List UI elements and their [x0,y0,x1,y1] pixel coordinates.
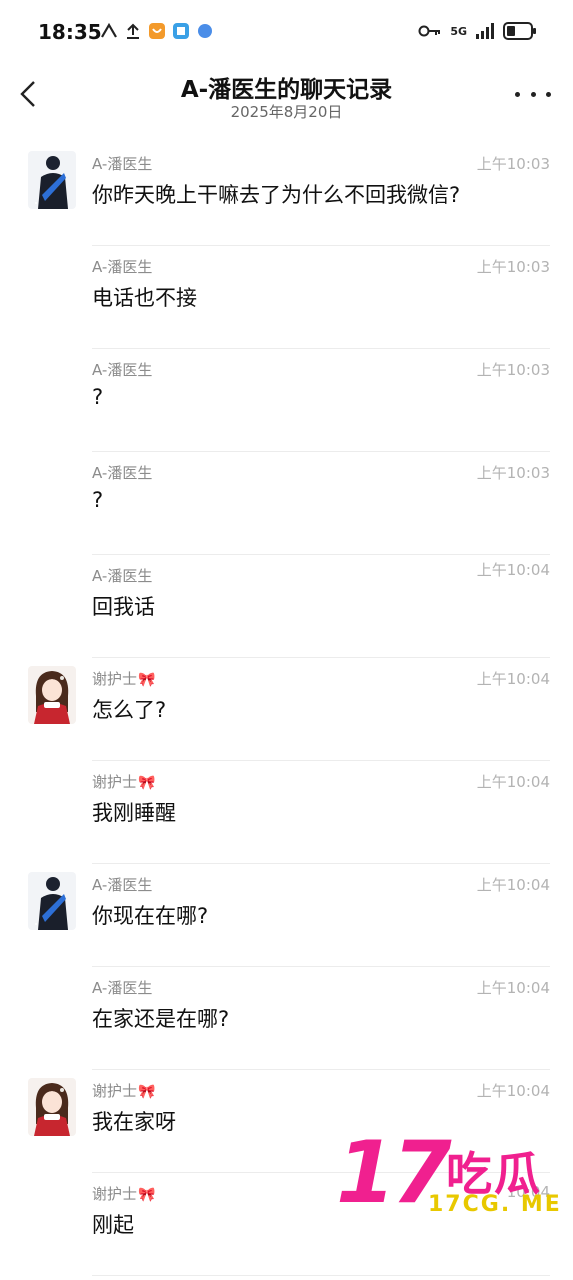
sender-name: A-潘医生 [92,567,153,585]
bow-emoji-icon: 🎀 [138,775,156,791]
sender-name: A-潘医生 [92,361,153,379]
message-text: 怎么了? [92,698,167,722]
message-time: 上午10:04 [476,979,550,997]
signal-icon [476,23,494,39]
message-text: 在家还是在哪? [92,1007,230,1031]
status-bar: 18:35 5G [0,0,573,66]
message-time: 上午10:04 [476,670,550,688]
network-type: 5G [450,24,467,38]
message-text: 刚起 [92,1213,134,1237]
sender-name: A-潘医生 [92,464,153,482]
sender-name: A-潘医生 [92,876,153,894]
site-watermark: 17 吃瓜 17CG. ME [336,1128,566,1238]
watermark-url: 17CG. ME [428,1192,562,1217]
message-text: ? [92,385,104,409]
message-text: 我刚睡醒 [92,801,176,825]
message-time: 上午10:04 [476,561,550,579]
chat-record-header: A-潘医生的聊天记录 2025年8月20日 [0,66,573,130]
message-time: 上午10:04 [476,773,550,791]
sender-name: 谢护士🎀 [92,1185,156,1203]
bow-emoji-icon: 🎀 [138,672,156,688]
doctor-avatar[interactable] [28,151,76,209]
sender-name: A-潘医生 [92,258,153,276]
sender-name: 谢护士🎀 [92,1082,156,1100]
message-time: 上午10:04 [476,1082,550,1100]
message-text: 你现在在哪? [92,904,209,928]
list-item[interactable]: 谢护士🎀 上午10:04 怎么了? [0,658,573,761]
list-item[interactable]: A-潘医生 上午10:04 在家还是在哪? [0,967,573,1070]
key-icon [418,25,441,37]
message-text: 我在家呀 [92,1110,176,1134]
message-text: ? [92,488,104,512]
system-icons: 5G [418,22,537,40]
sender-name: A-潘医生 [92,155,153,173]
nurse-avatar[interactable] [28,1078,76,1136]
list-item[interactable]: A-潘医生 上午10:04 你现在在哪? [0,864,573,967]
message-text: 回我话 [92,595,155,619]
nurse-avatar[interactable] [28,666,76,724]
message-time: 上午10:04 [476,876,550,894]
sender-name: 谢护士🎀 [92,670,156,688]
book-app-icon [173,23,189,39]
notification-icons [100,22,214,40]
list-item[interactable]: A-潘医生 上午10:03 ? [0,349,573,452]
message-text: 你昨天晚上干嘛去了为什么不回我微信? [92,183,461,207]
message-text: 电话也不接 [92,286,197,310]
message-time: 上午10:03 [476,258,550,276]
bow-emoji-icon: 🎀 [138,1187,156,1203]
battery-icon [503,22,536,40]
message-time: 上午10:03 [476,361,550,379]
list-item[interactable]: A-潘医生 上午10:03 电话也不接 [0,246,573,349]
upload-icon [127,23,139,39]
bird-app-icon [198,24,212,38]
list-item[interactable]: 谢护士🎀 上午10:04 我刚睡醒 [0,761,573,864]
page-title: A-潘医生的聊天记录 [180,77,393,103]
sender-name: 谢护士🎀 [92,773,156,791]
app-a-icon [101,22,117,38]
more-options-icon[interactable] [515,80,551,108]
doctor-avatar[interactable] [28,872,76,930]
message-time: 上午10:03 [476,464,550,482]
shield-app-icon [149,23,165,39]
divider [92,1275,550,1276]
status-time: 18:35 [38,20,102,44]
record-date: 2025年8月20日 [230,103,343,121]
sender-name: A-潘医生 [92,979,153,997]
message-time: 上午10:03 [476,155,550,173]
message-list: A-潘医生 上午10:03 你昨天晚上干嘛去了为什么不回我微信? A-潘医生 上… [0,143,573,1276]
list-item[interactable]: A-潘医生 上午10:04 回我话 [0,555,573,658]
list-item[interactable]: A-潘医生 上午10:03 ? [0,452,573,555]
bow-emoji-icon: 🎀 [138,1084,156,1100]
list-item[interactable]: A-潘医生 上午10:03 你昨天晚上干嘛去了为什么不回我微信? [0,143,573,246]
